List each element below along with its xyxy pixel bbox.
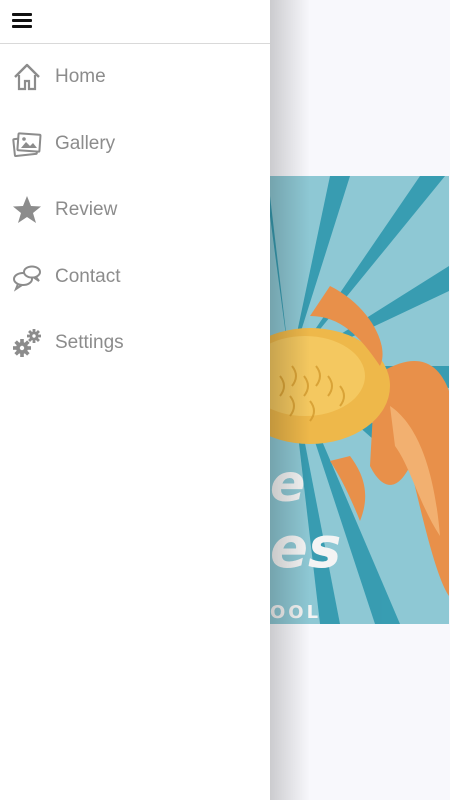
- nav-item-review[interactable]: Review: [0, 185, 270, 235]
- home-icon: [14, 63, 40, 91]
- chat-icon: [13, 265, 41, 292]
- nav-item-label: Gallery: [55, 133, 116, 154]
- nav-item-label: Settings: [55, 332, 124, 353]
- nav-item-label: Home: [55, 66, 106, 87]
- drawer-shadow: [270, 0, 310, 800]
- drawer-header: [0, 0, 270, 44]
- nav-item-contact[interactable]: Contact: [0, 252, 270, 302]
- navigation-drawer: Home Gallery Review Contact Settings: [0, 0, 270, 800]
- nav-item-gallery[interactable]: Gallery: [0, 119, 270, 169]
- hamburger-menu-icon[interactable]: [12, 13, 32, 31]
- gallery-icon: [12, 132, 42, 158]
- nav-item-label: Review: [55, 199, 118, 220]
- nav-item-home[interactable]: Home: [0, 52, 270, 102]
- star-icon: [13, 196, 41, 223]
- nav-item-settings[interactable]: Settings: [0, 318, 270, 368]
- nav-item-label: Contact: [55, 266, 121, 287]
- gears-icon: [13, 329, 41, 357]
